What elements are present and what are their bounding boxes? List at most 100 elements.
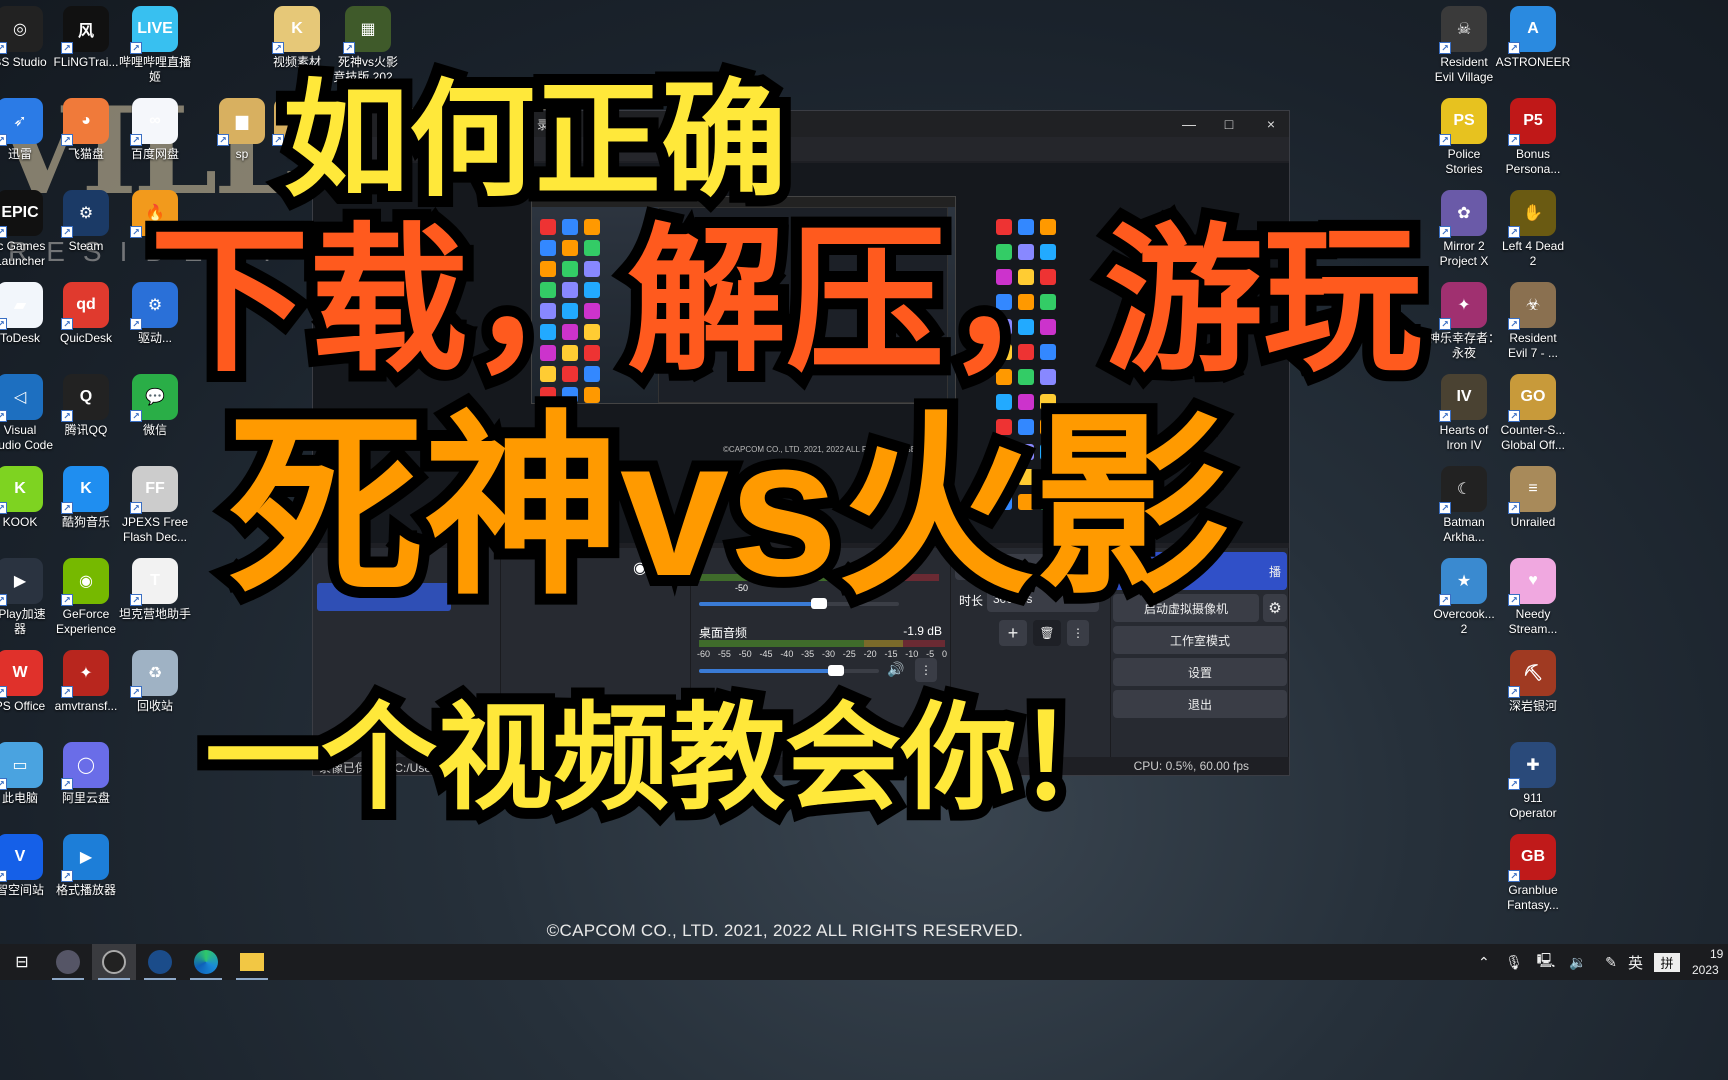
desktop-icon[interactable]: ☣ ↗ Resident Evil 7 - ... xyxy=(1497,282,1569,374)
app-icon: K ↗ xyxy=(61,466,109,514)
desktop-icon[interactable]: 风 ↗ FLiNGTrai... xyxy=(50,6,122,98)
desktop-icon-label: ASTRONEER xyxy=(1495,55,1571,69)
desktop-icon-label: 深岩银河 xyxy=(1508,699,1557,713)
desktop-icon[interactable]: ➶ ↗ 迅雷 xyxy=(0,98,56,190)
desktop-icon[interactable]: ✦ ↗ amvtransf... xyxy=(50,650,122,742)
desktop-icon[interactable]: ⚙ ↗ Steam xyxy=(50,190,122,282)
exit-button[interactable]: 退出 xyxy=(1113,690,1287,718)
desktop-icon[interactable]: A ↗ ASTRONEER xyxy=(1496,6,1570,98)
desktop-icon[interactable]: P5 ↗ Bonus Persona... xyxy=(1497,98,1569,190)
desktop-icon[interactable]: EPIC↗ic Games Launcher xyxy=(0,190,56,282)
app-icon: PS ↗ xyxy=(1439,98,1487,146)
taskbar-app-steam[interactable] xyxy=(138,944,182,980)
desktop-icon[interactable]: ≡ ↗ Unrailed xyxy=(1497,466,1569,558)
desktop-icon[interactable]: PS ↗ Police Stories xyxy=(1428,98,1500,190)
folder-icon xyxy=(240,953,264,971)
taskbar-app-edge[interactable] xyxy=(184,944,228,980)
ime-mode[interactable]: 拼 xyxy=(1654,952,1680,972)
app-icon-glyph: K xyxy=(14,480,26,497)
desktop-icon[interactable]: V ↗ 智空间站 xyxy=(0,834,56,926)
desktop-icon-column: A ↗ ASTRONEER P5 ↗ Bonus Persona... ✋ ↗ Left 4 D… xyxy=(1496,6,1570,926)
desktop-icon[interactable]: qd ↗ QuicDesk xyxy=(50,282,122,374)
desktop-icon[interactable]: ✋ ↗ Left 4 Dead 2 xyxy=(1497,190,1569,282)
taskbar-app-explorer[interactable] xyxy=(230,944,274,980)
network-icon[interactable]: 🖳 xyxy=(1530,950,1562,974)
pen-icon[interactable]: ✎ xyxy=(1594,954,1628,971)
desktop-icon-label: Resident Evil 7 - ... xyxy=(1507,331,1558,360)
shortcut-arrow-icon: ↗ xyxy=(1508,226,1520,238)
desktop-icon[interactable]: W↗PS Office xyxy=(0,650,56,742)
app-icon: ➶ ↗ xyxy=(0,98,43,146)
scale-tick: -55 xyxy=(717,649,731,659)
scale-tick: -15 xyxy=(884,649,898,659)
desktop-icon[interactable]: IV ↗ Hearts of Iron IV xyxy=(1428,374,1500,466)
desktop-icon[interactable]: GB ↗ Granblue Fantasy... xyxy=(1497,834,1569,926)
desktop-icon[interactable]: LIVE ↗ 哔哩哔哩直播 姬 xyxy=(119,6,191,98)
desktop-icon[interactable]: Q ↗ 腾讯QQ xyxy=(50,374,122,466)
app-icon-glyph: ◁ xyxy=(13,389,27,406)
shortcut-arrow-icon: ↗ xyxy=(0,318,7,330)
shortcut-arrow-icon: ↗ xyxy=(1508,502,1520,514)
app-icon: ◕ ↗ xyxy=(61,98,109,146)
scale-tick: 0 xyxy=(941,649,947,659)
shortcut-arrow-icon: ↗ xyxy=(130,318,142,330)
desktop-icon[interactable]: ◉ ↗ GeForce Experience xyxy=(50,558,122,650)
shortcut-arrow-icon: ↗ xyxy=(130,410,142,422)
desktop-icon-label: Unrailed xyxy=(1510,515,1556,529)
shortcut-arrow-icon: ↗ xyxy=(0,226,7,238)
desktop-icon[interactable]: ⛏ ↗ 深岩银河 xyxy=(1497,650,1569,742)
track2-volume-knob[interactable] xyxy=(827,665,844,676)
gear-icon[interactable]: ⚙ xyxy=(1263,594,1287,622)
ime-language[interactable]: 英 xyxy=(1628,952,1654,973)
desktop-icon[interactable]: ♻ ↗ 回收站 xyxy=(119,650,191,742)
task-view-button[interactable]: ⊟ xyxy=(0,944,44,980)
app-icon-glyph: qd xyxy=(76,296,96,313)
desktop-icon[interactable]: ✚ ↗ 911 Operator xyxy=(1497,742,1569,834)
desktop-icon[interactable]: ♥ ↗ Needy Stream... xyxy=(1497,558,1569,650)
taskbar-app-game[interactable] xyxy=(46,944,90,980)
desktop-icon[interactable]: ◁↗Visual Studio Code xyxy=(0,374,56,466)
desktop-icon[interactable]: ◯ ↗ 阿里云盘 xyxy=(50,742,122,834)
track2-menu-button[interactable]: ⋮ xyxy=(915,658,937,682)
desktop-icon[interactable]: K ↗ 酷狗音乐 xyxy=(50,466,122,558)
track2-db: -1.9 dB xyxy=(903,624,942,638)
desktop-icon[interactable]: GO ↗ Counter-S... Global Off... xyxy=(1497,374,1569,466)
clock[interactable]: 19 2023 xyxy=(1692,946,1723,978)
trash-icon[interactable]: 🗑 xyxy=(1033,620,1061,646)
taskbar-app-obs[interactable] xyxy=(92,944,136,980)
desktop-icon[interactable]: ▰ ↗ ToDesk xyxy=(0,282,56,374)
desktop-icon[interactable]: FF ↗ JPEXS Free Flash Dec... xyxy=(119,466,191,558)
shortcut-arrow-icon: ↗ xyxy=(130,42,142,54)
app-icon-glyph: ▦ xyxy=(360,21,376,38)
desktop-icon[interactable]: K ↗ KOOK xyxy=(0,466,56,558)
desktop-icon[interactable]: ◕ ↗ 飞猫盘 xyxy=(50,98,122,190)
desktop-icon[interactable]: ✦ ↗ 神乐幸存者： 永夜 xyxy=(1428,282,1500,374)
shortcut-arrow-icon: ↗ xyxy=(1508,686,1520,698)
desktop-icon[interactable]: ✿ ↗ Mirror 2 Project X xyxy=(1428,190,1500,282)
app-icon: ◎ ↗ xyxy=(0,6,43,54)
show-hidden-icons-chevron-up-icon[interactable]: ⌃ xyxy=(1478,954,1498,971)
minimize-button[interactable]: — xyxy=(1169,111,1209,137)
desktop-icon[interactable]: ☾ ↗ Batman Arkha... xyxy=(1428,466,1500,558)
track2-volume-slider[interactable] xyxy=(699,665,879,676)
desktop-icon[interactable]: ◎↗BS Studio xyxy=(0,6,56,98)
desktop-icon-label: 回收站 xyxy=(136,699,173,713)
close-button[interactable]: × xyxy=(1251,111,1291,137)
shortcut-arrow-icon: ↗ xyxy=(1508,778,1520,790)
add-transition-button[interactable]: + xyxy=(999,620,1027,646)
microphone-icon[interactable]: 🎙 xyxy=(1498,954,1530,971)
desktop-icon[interactable]: ∞ ↗ 百度网盘 xyxy=(119,98,191,190)
desktop-icon[interactable]: ☠ ↗ Resident Evil Village xyxy=(1428,6,1500,98)
desktop-icon[interactable]: ▶ ↗ 格式播放器 xyxy=(50,834,122,926)
settings-button[interactable]: 设置 xyxy=(1113,658,1287,686)
desktop-icon[interactable]: ★ ↗ Overcook... 2 xyxy=(1428,558,1500,650)
maximize-button[interactable]: □ xyxy=(1209,111,1249,137)
desktop-icon[interactable]: T ↗ 坦克营地助手 xyxy=(119,558,191,650)
transition-menu-button[interactable]: ⋮ xyxy=(1067,620,1089,646)
shortcut-arrow-icon: ↗ xyxy=(1439,594,1451,606)
speaker-icon[interactable]: 🔊 xyxy=(887,661,904,678)
volume-icon[interactable]: 🔉 xyxy=(1562,954,1594,971)
shortcut-arrow-icon: ↗ xyxy=(130,594,142,606)
desktop-icon[interactable]: ▭ ↗ 此电脑 xyxy=(0,742,56,834)
studio-mode-button[interactable]: 工作室模式 xyxy=(1113,626,1287,654)
